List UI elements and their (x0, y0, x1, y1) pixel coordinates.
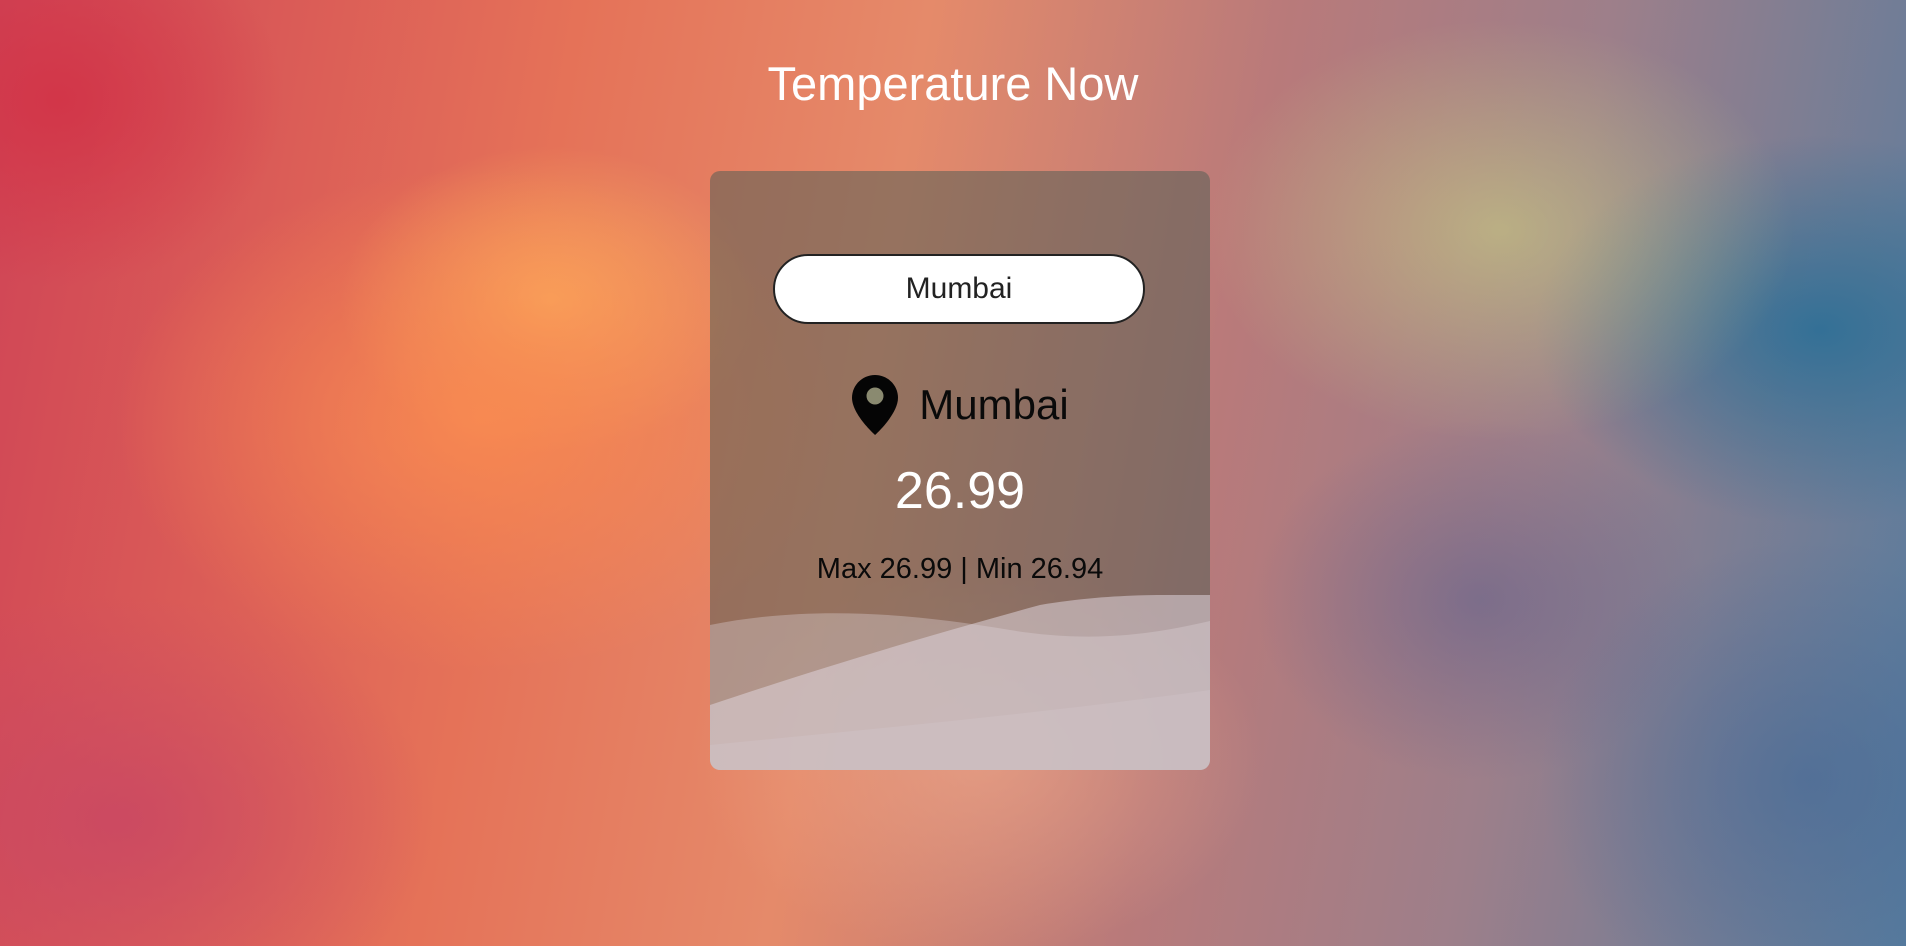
weather-card: Mumbai 26.99 Max 26.99 | Min 26.94 (710, 171, 1210, 770)
page-title: Temperature Now (767, 57, 1139, 110)
current-temperature: 26.99 (894, 462, 1026, 520)
city-name: Mumbai (919, 381, 1069, 428)
location-row: Mumbai (710, 375, 1210, 435)
location-pin-icon (852, 375, 899, 435)
city-search-input[interactable] (773, 254, 1145, 324)
min-max-temperature: Max 26.99 | Min 26.94 (816, 553, 1104, 585)
wave-decoration (710, 595, 1210, 770)
